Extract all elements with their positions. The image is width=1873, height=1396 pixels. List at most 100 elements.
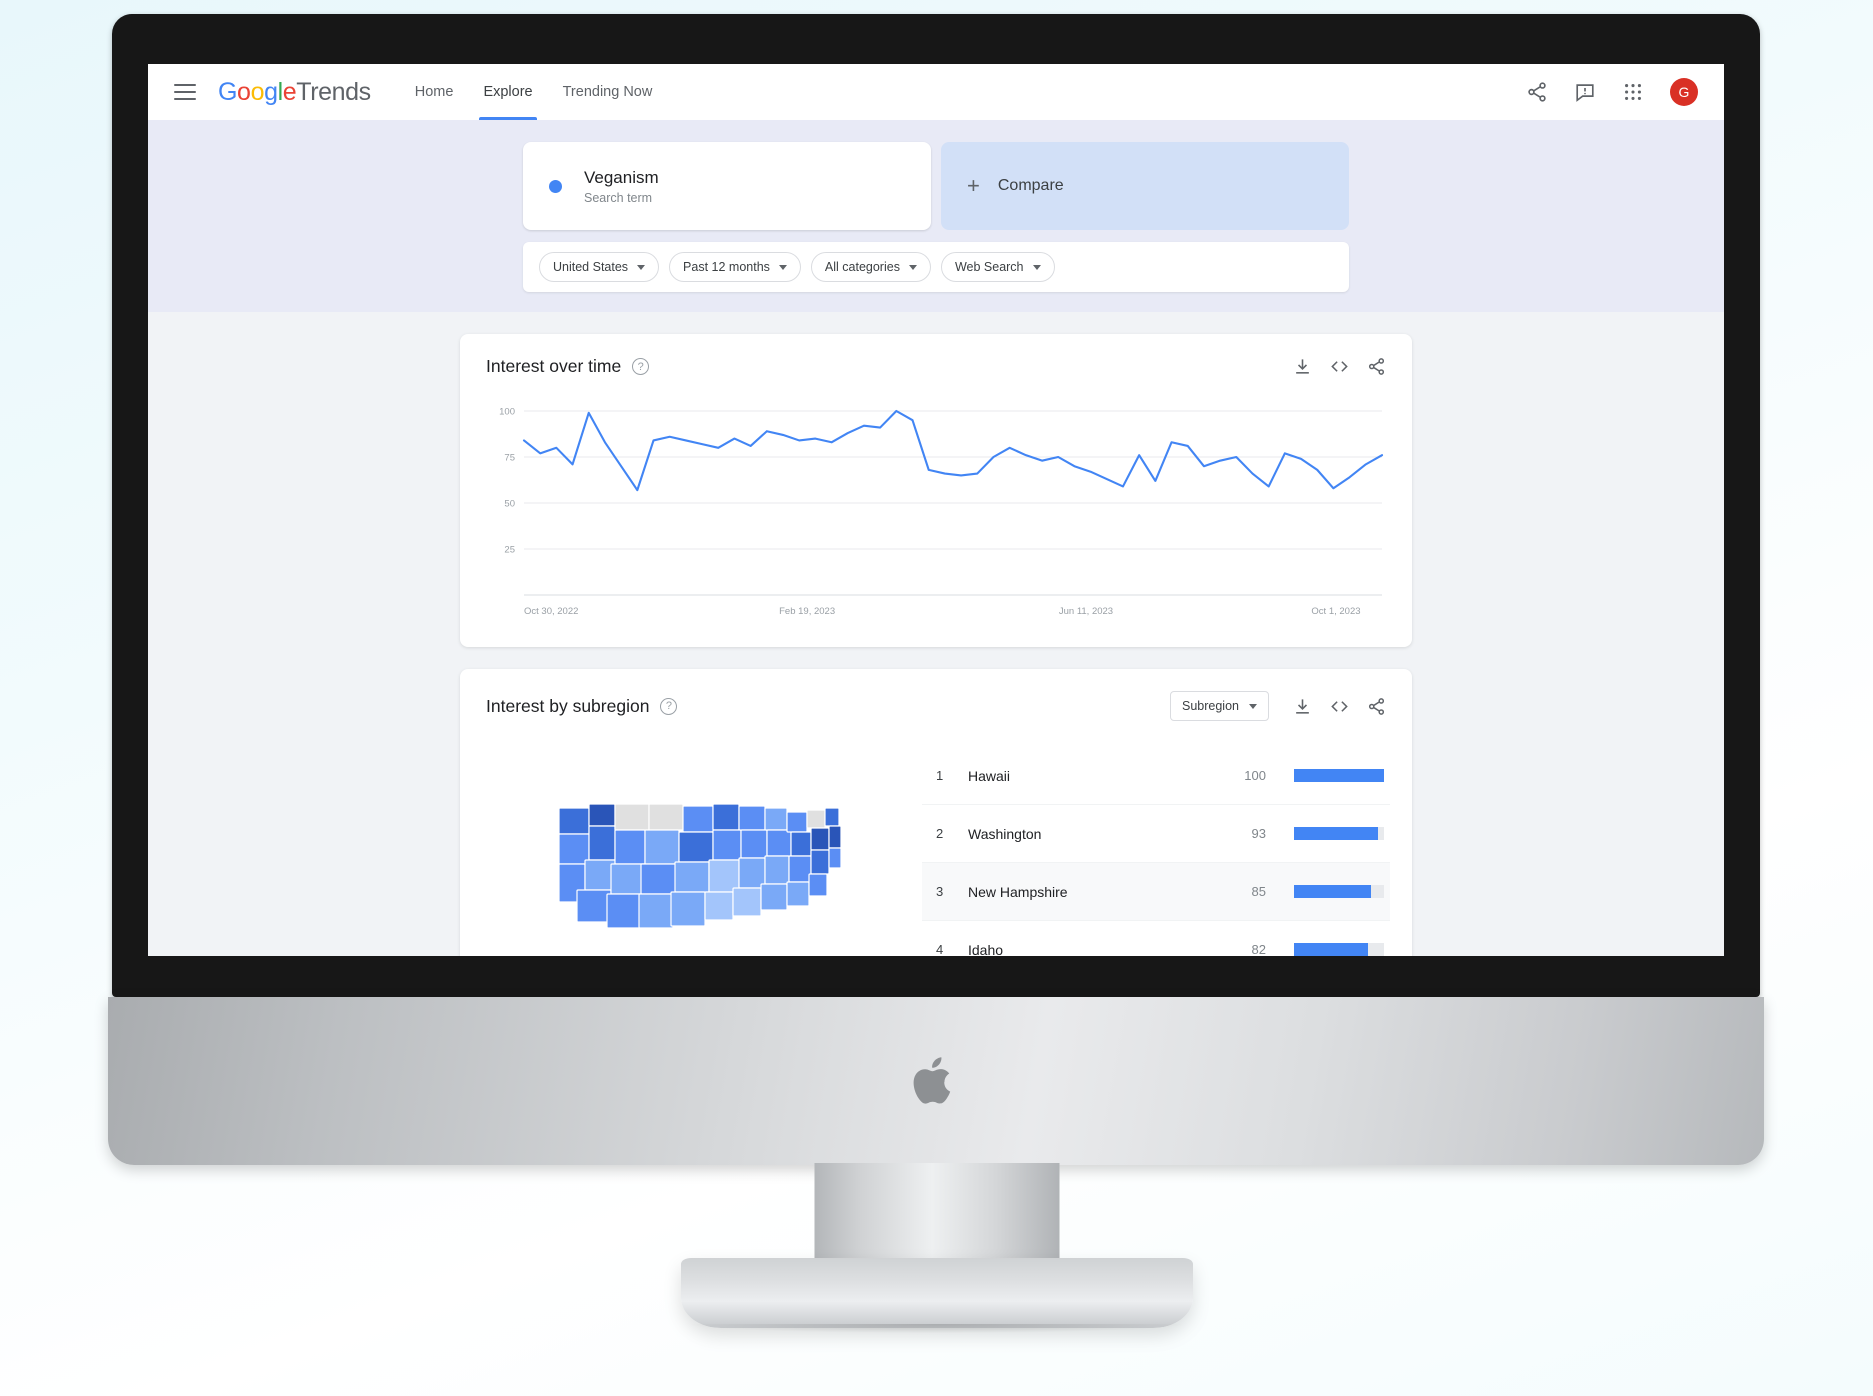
svg-text:100: 100 <box>499 407 515 418</box>
compare-label: Compare <box>997 177 1064 194</box>
map-region[interactable] <box>764 806 788 831</box>
map-region[interactable] <box>810 848 830 875</box>
series-color-dot <box>549 179 562 193</box>
menu-icon[interactable] <box>174 84 196 100</box>
map-region[interactable] <box>614 802 650 831</box>
map-region[interactable] <box>738 856 766 889</box>
map-region[interactable] <box>606 892 642 929</box>
share-icon[interactable] <box>1367 357 1386 376</box>
filter-category[interactable]: All categories <box>810 252 931 282</box>
map-region[interactable] <box>810 826 830 851</box>
svg-text:50: 50 <box>504 499 515 510</box>
table-row[interactable]: 4 Idaho 82 <box>922 921 1390 956</box>
map-region[interactable] <box>828 824 842 849</box>
row-rank: 1 <box>936 768 944 783</box>
map-region[interactable] <box>588 802 616 827</box>
filter-time-range-label: Past 12 months <box>683 260 770 274</box>
map-region[interactable] <box>708 858 740 893</box>
svg-text:Oct 30, 2022: Oct 30, 2022 <box>524 606 578 617</box>
row-value: 93 <box>1251 826 1266 841</box>
logo-letter-e: e <box>282 77 297 106</box>
app-header: GoogleTrends Home Explore Trending Now G <box>148 64 1724 120</box>
filter-search-type[interactable]: Web Search <box>940 252 1055 282</box>
map-region[interactable] <box>824 806 840 827</box>
download-icon[interactable] <box>1293 357 1312 376</box>
chevron-down-icon <box>1032 264 1041 270</box>
filter-location[interactable]: United States <box>539 252 660 282</box>
map-region[interactable] <box>614 828 646 865</box>
help-icon[interactable]: ? <box>632 358 650 375</box>
map-region[interactable] <box>558 806 590 835</box>
map-region[interactable] <box>648 802 684 831</box>
row-region-name: New Hampshire <box>968 883 1068 900</box>
map-region[interactable] <box>588 824 616 861</box>
map-region[interactable] <box>674 860 710 893</box>
monitor-chin <box>108 997 1764 1165</box>
map-region[interactable] <box>760 882 788 911</box>
table-row[interactable]: 2 Washington 93 <box>922 805 1390 863</box>
map-region[interactable] <box>732 886 762 917</box>
embed-icon[interactable] <box>1330 357 1349 376</box>
map-region[interactable] <box>644 828 680 865</box>
map-region[interactable] <box>712 802 740 831</box>
filter-time-range[interactable]: Past 12 months <box>669 252 801 282</box>
download-icon[interactable] <box>1293 697 1312 716</box>
map-region[interactable] <box>670 890 706 927</box>
map-region[interactable] <box>558 832 590 865</box>
nav-item-explore[interactable]: Explore <box>479 64 537 120</box>
share-icon[interactable] <box>1526 81 1548 103</box>
map-region[interactable] <box>786 880 810 907</box>
help-icon[interactable]: ? <box>660 697 678 715</box>
avatar[interactable]: G <box>1670 78 1698 106</box>
row-value: 85 <box>1251 884 1266 899</box>
map-region[interactable] <box>738 804 766 831</box>
map-region[interactable] <box>790 830 812 857</box>
map-region[interactable] <box>678 830 714 863</box>
svg-text:Jun 11, 2023: Jun 11, 2023 <box>1059 606 1113 617</box>
map-region[interactable] <box>828 846 842 869</box>
logo-letter-o1: o <box>237 77 251 106</box>
map-region[interactable] <box>740 828 768 859</box>
search-term-label: Veganism <box>584 167 659 187</box>
google-trends-logo[interactable]: GoogleTrends <box>218 78 371 107</box>
filter-location-label: United States <box>553 260 629 274</box>
interest-over-time-title: Interest over time <box>486 356 622 376</box>
header-actions: G <box>1526 78 1698 106</box>
compare-button[interactable]: + Compare <box>941 142 1349 230</box>
row-bar-fill <box>1294 943 1368 956</box>
map-region[interactable] <box>638 892 674 929</box>
row-region-name: Washington <box>968 825 1042 842</box>
map-region[interactable] <box>682 804 714 833</box>
interest-by-subregion-title: Interest by subregion <box>486 695 650 716</box>
row-value: 82 <box>1251 942 1266 956</box>
map-region[interactable] <box>712 828 742 861</box>
search-term-card[interactable]: Veganism Search term <box>523 142 931 230</box>
interest-over-time-chart: 25 50 75 100 Oct 30, 2022 Feb 19, 2023 Jun 11,… <box>460 377 1412 647</box>
map-region[interactable] <box>640 862 678 895</box>
nav-item-home[interactable]: Home <box>415 64 454 120</box>
map-region[interactable] <box>610 862 646 895</box>
plus-icon: + <box>967 173 980 198</box>
apps-grid-icon[interactable] <box>1622 81 1644 103</box>
row-rank: 2 <box>936 826 944 841</box>
share-icon[interactable] <box>1367 697 1386 716</box>
monitor-stand-foot <box>680 1258 1193 1333</box>
map-region[interactable] <box>788 854 812 883</box>
row-bar-fill <box>1294 769 1384 782</box>
embed-icon[interactable] <box>1330 697 1349 716</box>
interest-over-time-header: Interest over time ? <box>460 334 1412 377</box>
map-region[interactable] <box>808 872 828 897</box>
feedback-icon[interactable] <box>1574 81 1596 103</box>
map-region[interactable] <box>764 854 790 885</box>
map-region[interactable] <box>806 808 826 829</box>
table-row[interactable]: 1 Hawaii 100 <box>922 747 1390 805</box>
map-region[interactable] <box>786 810 808 833</box>
subregion-map[interactable] <box>482 747 912 956</box>
map-region[interactable] <box>576 888 612 923</box>
table-row[interactable]: 3 New Hampshire 85 <box>922 863 1390 921</box>
map-region[interactable] <box>766 828 792 857</box>
subregion-select[interactable]: Subregion <box>1170 691 1269 721</box>
nav-item-trending-now[interactable]: Trending Now <box>563 64 653 120</box>
row-bar-fill <box>1294 885 1371 898</box>
map-region[interactable] <box>704 890 734 921</box>
